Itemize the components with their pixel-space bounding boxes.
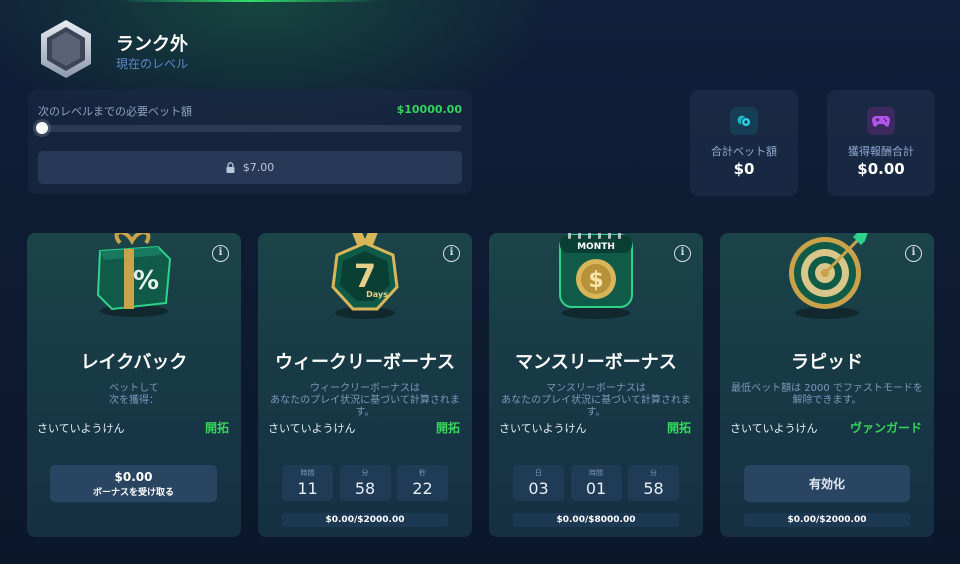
timer-unit: 時間 — [300, 469, 315, 477]
gift-percent-icon: % — [96, 233, 172, 317]
monthly-req-value: 開拓 — [666, 421, 691, 435]
progress-bar — [36, 122, 462, 134]
timer-value: 58 — [643, 479, 664, 498]
weekly-req-value: 開拓 — [435, 421, 460, 435]
rapid-card: i ラピッド 最低ベット額は 2000 でファストモードを 解除できます。 さい… — [720, 233, 934, 537]
claim-bonus-button[interactable]: $0.00 ボーナスを受け取る — [50, 465, 217, 502]
calendar-dollar-icon: MONTH $ — [559, 233, 633, 319]
monthly-desc: マンスリーボーナスは あなたのプレイ状況に基づいて計算されま す。 — [499, 383, 693, 419]
coins-icon — [730, 107, 758, 135]
weekly-progress-text: $0.00/$2000.00 — [282, 513, 448, 527]
weekly-desc: ウィークリーボーナスは あなたのプレイ状況に基づいて計算されま す。 — [268, 383, 462, 419]
rakeback-desc-line1: ベットして — [109, 383, 159, 394]
monthly-desc-line3: す。 — [586, 407, 606, 418]
rapid-req-label: さいていようけん — [730, 422, 818, 435]
gamepad-icon — [867, 107, 895, 135]
rapid-title: ラピッド — [791, 352, 863, 373]
info-icon[interactable]: i — [905, 245, 922, 262]
weekly-desc-line2: あなたのプレイ状況に基づいて計算されま — [270, 395, 460, 406]
claim-label: ボーナスを受け取る — [92, 488, 174, 498]
monthly-desc-line2: あなたのプレイ状況に基づいて計算されま — [501, 395, 691, 406]
seven-days-icon: 7 Days — [331, 233, 399, 319]
rakeback-req-value: 開拓 — [204, 421, 229, 435]
timer-unit: 秒 — [419, 469, 426, 477]
progress-knob — [36, 122, 48, 134]
weekly-countdown: 時間 11 分 58 秒 22 — [282, 465, 448, 501]
monthly-progress-text: $0.00/$8000.00 — [513, 513, 679, 527]
timer-value: 01 — [585, 479, 607, 498]
level-progress-panel: 次のレベルまでの必要ベット額 $10000.00 $7.00 — [28, 90, 472, 194]
activate-button[interactable]: 有効化 — [744, 465, 910, 502]
seven-days-icon-label: Days — [366, 290, 388, 299]
timer-seconds: 秒 22 — [397, 465, 448, 501]
rakeback-card: i % レイクバック ベットして 次を獲得： さいていようけん 開拓 $0.00… — [27, 233, 241, 537]
rank-subtitle: 現在のレベル — [116, 57, 189, 71]
monthly-req-label: さいていようけん — [499, 422, 587, 435]
rapid-progress-text: $0.00/$2000.00 — [744, 513, 910, 527]
timer-value: 11 — [297, 479, 318, 498]
header-glow — [120, 0, 380, 2]
timer-hours: 時間 11 — [282, 465, 333, 501]
timer-minutes: 分 58 — [339, 465, 391, 501]
rank-title: ランク外 — [116, 34, 188, 55]
svg-text:$: $ — [588, 268, 603, 293]
rapid-req-value: ヴァンガード — [849, 421, 922, 435]
lock-icon — [226, 162, 235, 173]
monthly-title: マンスリーボーナス — [515, 352, 677, 373]
weekly-title: ウィークリーボーナス — [275, 352, 455, 373]
monthly-bonus-card: i MONTH $ マンスリーボーナス マンスリーボーナスは あなたのプレイ状況… — [489, 233, 703, 537]
info-icon[interactable]: i — [674, 245, 691, 262]
rakeback-req-label: さいていようけん — [37, 422, 125, 435]
info-icon[interactable]: i — [212, 245, 229, 262]
svg-text:%: % — [133, 266, 159, 296]
total-bet-label: 合計ベット額 — [711, 145, 777, 158]
locked-amount: $7.00 — [242, 161, 275, 174]
timer-unit: 分 — [650, 469, 657, 477]
total-bet-card: 合計ベット額 $0 — [690, 90, 798, 196]
timer-minutes: 分 58 — [628, 465, 679, 501]
calendar-dollar-icon-label: MONTH — [577, 242, 615, 252]
rapid-desc-line2: 解除できます。 — [792, 395, 862, 406]
claim-amount: $0.00 — [114, 470, 153, 484]
rakeback-title: レイクバック — [80, 352, 188, 373]
total-reward-value: $0.00 — [857, 160, 905, 178]
rakeback-desc-line2: 次を獲得： — [109, 395, 159, 406]
dart-target-icon — [789, 233, 868, 319]
timer-hours: 時間 01 — [570, 465, 622, 501]
info-icon[interactable]: i — [443, 245, 460, 262]
timer-unit: 分 — [361, 469, 369, 477]
timer-unit: 日 — [535, 469, 542, 477]
weekly-req-label: さいていようけん — [268, 422, 356, 435]
weekly-bonus-card: i 7 Days ウィークリーボーナス ウィークリーボーナスは あなたのプレイ状… — [258, 233, 472, 537]
progress-target: $10000.00 — [396, 103, 462, 116]
progress-label: 次のレベルまでの必要ベット額 — [38, 105, 192, 118]
total-bet-value: $0 — [733, 160, 755, 178]
monthly-countdown: 日 03 時間 01 分 58 — [513, 465, 679, 501]
total-reward-label: 獲得報酬合計 — [848, 145, 914, 158]
total-reward-card: 獲得報酬合計 $0.00 — [827, 90, 935, 196]
rank-badge-icon — [41, 20, 91, 78]
timer-value: 22 — [412, 479, 433, 498]
timer-unit: 時間 — [589, 469, 603, 477]
monthly-desc-line1: マンスリーボーナスは — [546, 383, 646, 394]
timer-value: 58 — [354, 479, 376, 498]
rakeback-desc: ベットして 次を獲得： — [37, 383, 231, 407]
locked-amount-box: $7.00 — [38, 151, 462, 184]
rapid-desc: 最低ベット額は 2000 でファストモードを 解除できます。 — [730, 383, 924, 407]
timer-days: 日 03 — [513, 465, 564, 501]
rapid-desc-line1: 最低ベット額は 2000 でファストモードを — [731, 383, 923, 394]
timer-value: 03 — [528, 479, 549, 498]
weekly-desc-line3: す。 — [355, 407, 375, 418]
weekly-desc-line1: ウィークリーボーナスは — [310, 383, 420, 394]
